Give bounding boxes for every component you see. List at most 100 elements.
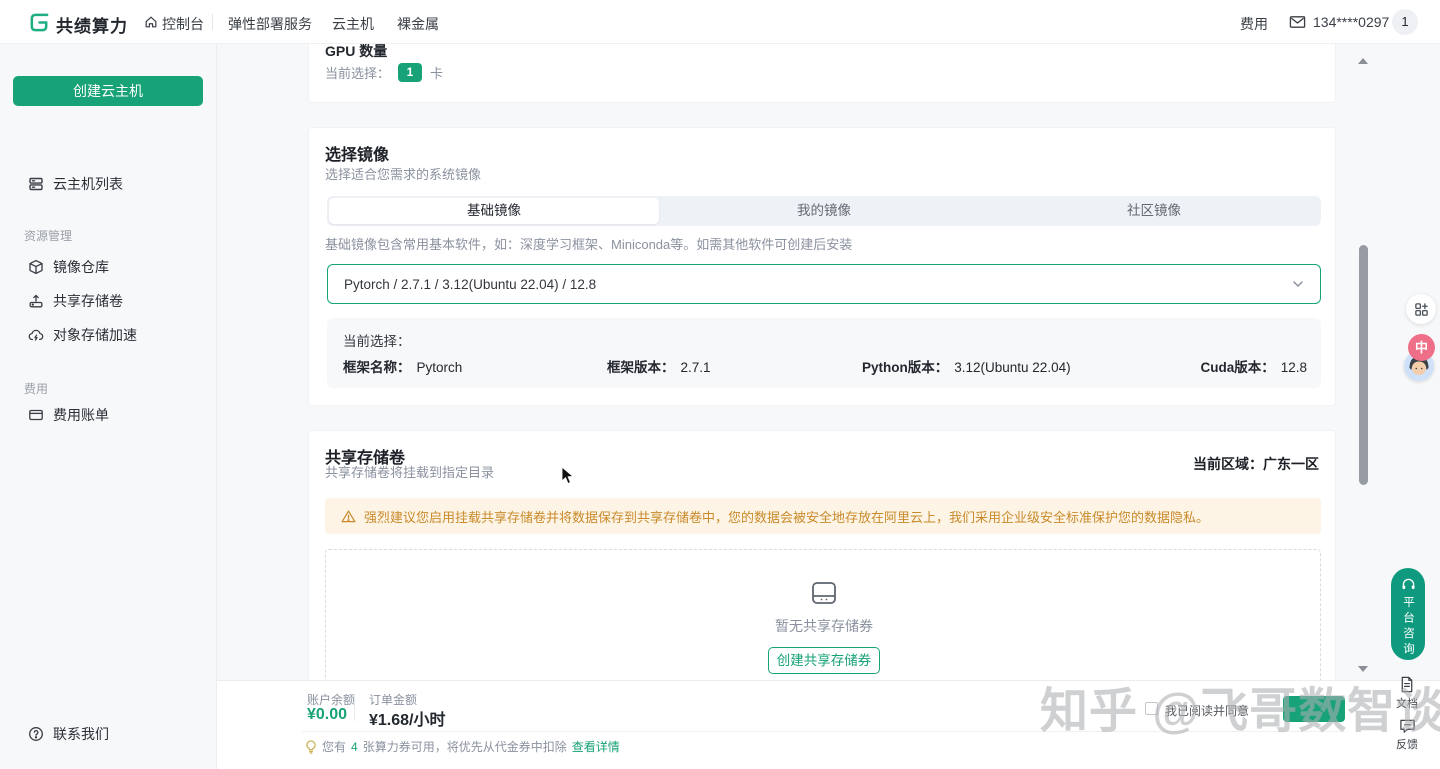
- scrollbar-down-arrow[interactable]: [1358, 666, 1368, 672]
- docs-label: 文档: [1385, 695, 1429, 711]
- image-description: 基础镜像包含常用基本软件，如：深度学习框架、Miniconda等。如需其他软件可…: [325, 234, 852, 253]
- region-label: 当前区域：: [1193, 456, 1263, 472]
- tip-text: 张算力券可用，将优先从代金券中扣除: [363, 738, 567, 755]
- tab-base-image[interactable]: 基础镜像: [329, 198, 659, 224]
- bottom-bar-divider: [354, 695, 355, 721]
- summary-current-label: 当前选择：: [343, 330, 411, 350]
- storage-warning-banner: 强烈建议您启用挂载共享存储卷并将数据保存到共享存储卷中，您的数据会被安全地存放在…: [325, 498, 1321, 534]
- tab-my-image[interactable]: 我的镜像: [659, 198, 989, 224]
- scrollbar-thumb[interactable]: [1359, 245, 1368, 485]
- field-label: Cuda版本：: [1200, 360, 1274, 375]
- image-selection-summary: 当前选择： 框架名称： Pytorch 框架版本： 2.7.1 Python版本： 3…: [327, 318, 1321, 388]
- voucher-tip: 您有 4 张算力券可用，将优先从代金券中扣除 查看详情: [305, 738, 620, 755]
- tip-count: 4: [351, 740, 358, 754]
- storage-card-subtitle: 共享存储卷将挂载到指定目录: [325, 462, 494, 481]
- sidebar: 创建云主机 云主机列表 资源管理 镜像仓库 共享存储卷 对象存储加速: [0, 44, 217, 769]
- sidebar-item-vm-list[interactable]: 云主机列表: [0, 173, 217, 195]
- gpu-unit-label: 卡: [430, 63, 443, 82]
- sidebar-section-billing: 费用: [24, 380, 48, 397]
- sidebar-item-contact[interactable]: 联系我们: [0, 723, 217, 745]
- brand-logo-icon: [28, 11, 51, 34]
- gpu-card-title: GPU 数量: [325, 44, 387, 61]
- feedback-button[interactable]: 反馈: [1385, 718, 1429, 752]
- warning-icon: [341, 509, 356, 524]
- create-storage-voucher-button[interactable]: 创建共享存储券: [768, 647, 880, 674]
- sidebar-item-shared-volume[interactable]: 共享存储卷: [0, 290, 217, 312]
- region-value: 广东一区: [1263, 456, 1319, 472]
- image-select-card: 选择镜像 选择适合您需求的系统镜像 基础镜像 我的镜像 社区镜像 基础镜像包含常…: [308, 127, 1336, 406]
- docs-button[interactable]: 文档: [1385, 676, 1429, 711]
- storage-drive-icon: [809, 580, 839, 606]
- widgets-icon: [1414, 302, 1429, 317]
- storage-empty-text: 暂无共享存储券: [326, 616, 1322, 636]
- user-phone[interactable]: 134****0297: [1313, 14, 1389, 30]
- cloud-sync-icon: [28, 327, 44, 343]
- main-content: GPU 数量 当前选择： 1 卡 选择镜像 选择适合您需求的系统镜像 基础镜像 …: [217, 44, 1440, 769]
- top-navbar: 共绩算力 控制台 弹性部署服务 云主机 裸金属 费用 134****0297 1: [0, 0, 1440, 44]
- avatar[interactable]: 1: [1392, 9, 1418, 35]
- field-label: 框架版本：: [607, 360, 675, 375]
- tab-community-image[interactable]: 社区镜像: [989, 198, 1319, 224]
- bottom-bar-hr: [302, 731, 1345, 732]
- gpu-count-badge[interactable]: 1: [398, 63, 422, 82]
- package-icon: [28, 259, 44, 275]
- platform-consult-button[interactable]: 平台咨询: [1391, 568, 1425, 660]
- sidebar-item-label: 镜像仓库: [53, 257, 109, 277]
- sidebar-item-label: 联系我们: [53, 724, 109, 744]
- tip-prefix: 您有: [322, 738, 346, 755]
- field-value: 2.7.1: [681, 360, 711, 375]
- nav-elastic-deploy[interactable]: 弹性部署服务: [228, 14, 312, 34]
- mail-icon[interactable]: [1289, 15, 1306, 29]
- nav-billing[interactable]: 费用: [1240, 14, 1268, 34]
- field-value: Pytorch: [417, 360, 463, 375]
- feedback-icon: [1399, 718, 1416, 734]
- feedback-label: 反馈: [1385, 736, 1429, 752]
- home-icon: [144, 15, 158, 29]
- question-circle-icon: [28, 726, 44, 742]
- gpu-count-card: GPU 数量 当前选择： 1 卡: [308, 44, 1336, 103]
- agreement-text: 我已阅读并同意: [1165, 702, 1249, 719]
- sidebar-item-label: 对象存储加速: [53, 325, 137, 345]
- create-submit-button[interactable]: [1283, 696, 1345, 722]
- field-value: 12.8: [1281, 360, 1307, 375]
- add-widget-button[interactable]: [1406, 294, 1436, 324]
- nav-cloud-vm[interactable]: 云主机: [332, 14, 374, 34]
- storage-warning-text: 强烈建议您启用挂载共享存储卷并将数据保存到共享存储卷中，您的数据会被安全地存放在…: [364, 507, 1209, 526]
- field-label: Python版本：: [862, 360, 948, 375]
- bulb-icon: [305, 740, 317, 754]
- field-cuda-version: Cuda版本： 12.8: [1200, 356, 1307, 376]
- chevron-down-icon: [1292, 278, 1304, 290]
- image-select-value: Pytorch / 2.7.1 / 3.12(Ubuntu 22.04) / 1…: [344, 277, 596, 292]
- scrollbar-up-arrow[interactable]: [1358, 58, 1368, 64]
- headset-icon: [1401, 578, 1416, 591]
- order-value: ¥1.68/小时: [369, 706, 446, 730]
- image-select-dropdown[interactable]: Pytorch / 2.7.1 / 3.12(Ubuntu 22.04) / 1…: [327, 264, 1321, 304]
- sidebar-item-object-accel[interactable]: 对象存储加速: [0, 324, 217, 346]
- image-card-subtitle: 选择适合您需求的系统镜像: [325, 164, 481, 183]
- create-vm-button[interactable]: 创建云主机: [13, 76, 203, 106]
- sidebar-item-label: 共享存储卷: [53, 291, 123, 311]
- balance-value: ¥0.00: [307, 706, 347, 724]
- sidebar-item-billing[interactable]: 费用账单: [0, 404, 217, 426]
- field-framework-name: 框架名称： Pytorch: [343, 356, 462, 376]
- server-list-icon: [28, 176, 44, 192]
- field-label: 框架名称：: [343, 360, 411, 375]
- sidebar-item-label: 云主机列表: [53, 174, 123, 194]
- translate-badge[interactable]: 中: [1408, 334, 1435, 361]
- field-python-version: Python版本： 3.12(Ubuntu 22.04): [862, 356, 1071, 376]
- tip-detail-link[interactable]: 查看详情: [572, 738, 620, 755]
- document-icon: [1399, 676, 1415, 693]
- nav-bare-metal[interactable]: 裸金属: [397, 14, 439, 34]
- sidebar-item-image-repo[interactable]: 镜像仓库: [0, 256, 217, 278]
- brand-name[interactable]: 共绩算力: [56, 12, 128, 37]
- sidebar-item-label: 费用账单: [53, 405, 109, 425]
- gpu-current-label: 当前选择：: [325, 63, 390, 82]
- field-framework-version: 框架版本： 2.7.1: [607, 356, 711, 376]
- nav-console[interactable]: 控制台: [162, 14, 204, 34]
- current-region: 当前区域：广东一区: [1193, 454, 1319, 474]
- agreement-checkbox[interactable]: [1145, 702, 1158, 715]
- field-value: 3.12(Ubuntu 22.04): [954, 360, 1070, 375]
- storage-upload-icon: [28, 293, 44, 309]
- image-tabs: 基础镜像 我的镜像 社区镜像: [327, 196, 1321, 226]
- page: GPU 数量 当前选择： 1 卡 选择镜像 选择适合您需求的系统镜像 基础镜像 …: [0, 0, 1440, 769]
